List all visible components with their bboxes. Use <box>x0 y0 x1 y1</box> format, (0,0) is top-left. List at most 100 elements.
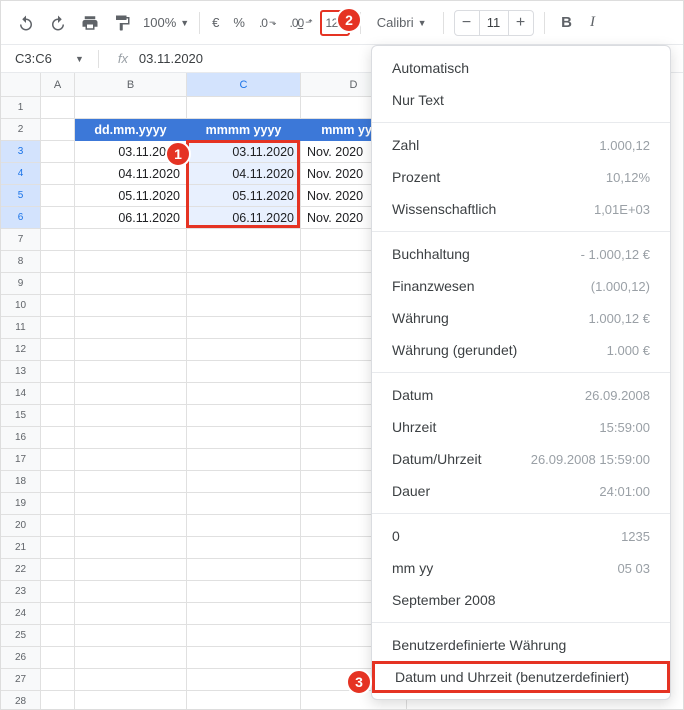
row-header-4[interactable]: 4 <box>1 163 41 185</box>
cell-B21[interactable] <box>75 537 187 559</box>
column-header-A[interactable]: A <box>41 73 75 97</box>
cell-A17[interactable] <box>41 449 75 471</box>
cell-C5[interactable]: 05.11.2020 <box>187 185 301 207</box>
cell-A7[interactable] <box>41 229 75 251</box>
cell-A5[interactable] <box>41 185 75 207</box>
cell-A16[interactable] <box>41 427 75 449</box>
row-header-10[interactable]: 10 <box>1 295 41 317</box>
menu-time[interactable]: Uhrzeit15:59:00 <box>372 411 670 443</box>
row-header-6[interactable]: 6 <box>1 207 41 229</box>
row-header-9[interactable]: 9 <box>1 273 41 295</box>
cell-C14[interactable] <box>187 383 301 405</box>
cell-B1[interactable] <box>75 97 187 119</box>
cell-B15[interactable] <box>75 405 187 427</box>
select-all-corner[interactable] <box>1 73 41 97</box>
cell-B20[interactable] <box>75 515 187 537</box>
cell-C16[interactable] <box>187 427 301 449</box>
cell-B26[interactable] <box>75 647 187 669</box>
cell-C9[interactable] <box>187 273 301 295</box>
cell-A2[interactable] <box>41 119 75 141</box>
cell-C21[interactable] <box>187 537 301 559</box>
cell-C17[interactable] <box>187 449 301 471</box>
row-header-24[interactable]: 24 <box>1 603 41 625</box>
cell-B5[interactable]: 05.11.2020 <box>75 185 187 207</box>
menu-custom-mmyy[interactable]: mm yy05 03 <box>372 552 670 584</box>
decrease-decimal-button[interactable]: .0⬎ <box>253 8 282 38</box>
cell-B23[interactable] <box>75 581 187 603</box>
cell-A3[interactable] <box>41 141 75 163</box>
row-header-5[interactable]: 5 <box>1 185 41 207</box>
menu-duration[interactable]: Dauer24:01:00 <box>372 475 670 507</box>
menu-percent[interactable]: Prozent10,12% <box>372 161 670 193</box>
cell-B24[interactable] <box>75 603 187 625</box>
cell-A10[interactable] <box>41 295 75 317</box>
row-header-22[interactable]: 22 <box>1 559 41 581</box>
row-header-7[interactable]: 7 <box>1 229 41 251</box>
cell-A24[interactable] <box>41 603 75 625</box>
cell-C6[interactable]: 06.11.2020 <box>187 207 301 229</box>
cell-C10[interactable] <box>187 295 301 317</box>
bold-button[interactable]: B <box>555 14 579 31</box>
menu-custom-currency[interactable]: Benutzerdefinierte Währung <box>372 629 670 661</box>
cell-A20[interactable] <box>41 515 75 537</box>
column-header-B[interactable]: B <box>75 73 187 97</box>
row-header-13[interactable]: 13 <box>1 361 41 383</box>
cell-C25[interactable] <box>187 625 301 647</box>
row-header-21[interactable]: 21 <box>1 537 41 559</box>
menu-datetime[interactable]: Datum/Uhrzeit26.09.2008 15:59:00 <box>372 443 670 475</box>
cell-A11[interactable] <box>41 317 75 339</box>
cell-A23[interactable] <box>41 581 75 603</box>
menu-number[interactable]: Zahl1.000,12 <box>372 129 670 161</box>
zoom-dropdown[interactable]: 100% ▼ <box>139 8 193 38</box>
cell-A14[interactable] <box>41 383 75 405</box>
cell-B12[interactable] <box>75 339 187 361</box>
name-box[interactable]: C3:C6 <box>9 51 69 66</box>
menu-custom-0[interactable]: 01235 <box>372 520 670 552</box>
cell-C12[interactable] <box>187 339 301 361</box>
cell-C27[interactable] <box>187 669 301 691</box>
row-header-1[interactable]: 1 <box>1 97 41 119</box>
chevron-down-icon[interactable]: ▼ <box>75 54 84 64</box>
row-header-19[interactable]: 19 <box>1 493 41 515</box>
cell-C18[interactable] <box>187 471 301 493</box>
row-header-8[interactable]: 8 <box>1 251 41 273</box>
menu-automatic[interactable]: Automatisch <box>372 52 670 84</box>
menu-financial[interactable]: Finanzwesen(1.000,12) <box>372 270 670 302</box>
cell-B7[interactable] <box>75 229 187 251</box>
cell-C11[interactable] <box>187 317 301 339</box>
row-header-17[interactable]: 17 <box>1 449 41 471</box>
cell-A4[interactable] <box>41 163 75 185</box>
cell-C19[interactable] <box>187 493 301 515</box>
cell-A9[interactable] <box>41 273 75 295</box>
cell-B27[interactable] <box>75 669 187 691</box>
cell-B13[interactable] <box>75 361 187 383</box>
menu-currency[interactable]: Währung1.000,12 € <box>372 302 670 334</box>
row-header-23[interactable]: 23 <box>1 581 41 603</box>
menu-date[interactable]: Datum26.09.2008 <box>372 379 670 411</box>
row-header-28[interactable]: 28 <box>1 691 41 710</box>
cell-B18[interactable] <box>75 471 187 493</box>
cell-C8[interactable] <box>187 251 301 273</box>
cell-C2[interactable]: mmmm yyyy <box>187 119 301 141</box>
cell-C7[interactable] <box>187 229 301 251</box>
row-header-25[interactable]: 25 <box>1 625 41 647</box>
row-header-11[interactable]: 11 <box>1 317 41 339</box>
cell-C1[interactable] <box>187 97 301 119</box>
font-size-value[interactable]: 11 <box>479 11 509 35</box>
row-header-2[interactable]: 2 <box>1 119 41 141</box>
cell-C24[interactable] <box>187 603 301 625</box>
menu-plain-text[interactable]: Nur Text <box>372 84 670 116</box>
cell-A12[interactable] <box>41 339 75 361</box>
format-currency-button[interactable]: € <box>206 8 225 38</box>
menu-custom-datetime[interactable]: Datum und Uhrzeit (benutzerdefiniert) <box>372 661 670 693</box>
cell-B14[interactable] <box>75 383 187 405</box>
cell-C23[interactable] <box>187 581 301 603</box>
cell-B16[interactable] <box>75 427 187 449</box>
menu-currency-rounded[interactable]: Währung (gerundet)1.000 € <box>372 334 670 366</box>
cell-A13[interactable] <box>41 361 75 383</box>
increase-font-size-button[interactable]: + <box>509 11 533 35</box>
menu-scientific[interactable]: Wissenschaftlich1,01E+03 <box>372 193 670 225</box>
cell-C13[interactable] <box>187 361 301 383</box>
row-header-15[interactable]: 15 <box>1 405 41 427</box>
cell-A6[interactable] <box>41 207 75 229</box>
